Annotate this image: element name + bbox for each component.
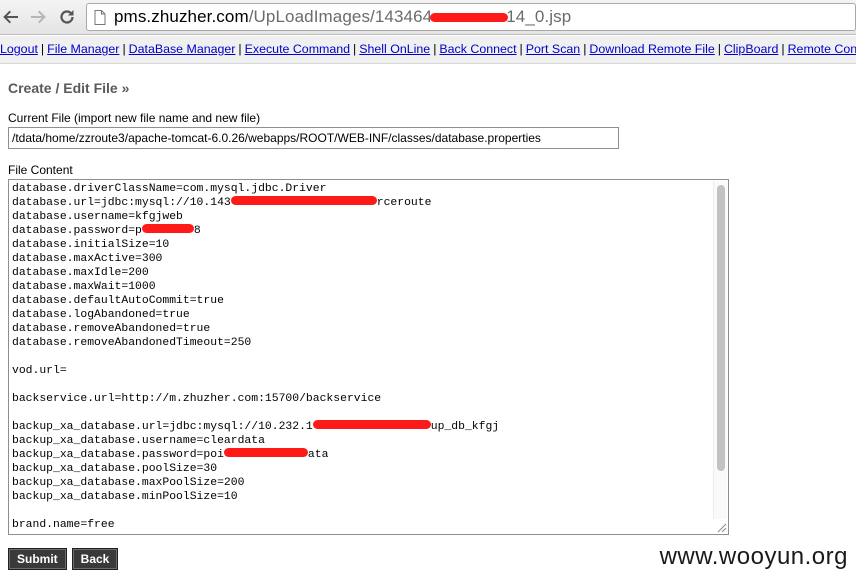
page-icon (94, 9, 106, 25)
menu-separator: | (781, 42, 785, 56)
line-text: brand.name=free (12, 519, 115, 531)
menu-separator: | (238, 42, 242, 56)
url-path-end: 14_0.jsp (506, 7, 572, 26)
menu-link-execute-command[interactable]: Execute Command (245, 42, 350, 56)
menu-separator: | (122, 42, 126, 56)
file-content-line: backup_xa_database.poolSize=30 (12, 462, 712, 476)
form-buttons: Submit Back (8, 548, 119, 570)
file-content-line: database.driverClassName=com.mysql.jdbc.… (12, 182, 712, 196)
file-content-line: database.username=kfgjweb (12, 210, 712, 224)
edit-file-panel: Create / Edit File » Current File (impor… (8, 80, 848, 535)
file-content-label: File Content (8, 163, 73, 177)
menu-separator: | (433, 42, 437, 56)
menu-link-back-connect[interactable]: Back Connect (439, 42, 516, 56)
menu-link-database-manager[interactable]: DataBase Manager (129, 42, 236, 56)
menu-link-download-remote-file[interactable]: Download Remote File (589, 42, 714, 56)
back-button[interactable]: Back (71, 548, 119, 570)
file-content-line: vod.url= (12, 364, 712, 378)
url-host: pms.zhuzher.com (114, 7, 249, 26)
browser-toolbar: pms.zhuzher.com/UpLoadImages/143464 14_0.… (0, 0, 856, 35)
file-content-line: database.removeAbandonedTimeout=250 (12, 336, 712, 350)
line-text: database.removeAbandonedTimeout=250 (12, 337, 252, 349)
file-content-line (12, 350, 712, 364)
line-text: backup_xa_database.username=cleardata (12, 435, 265, 447)
watermark-text: www.wooyun.org (659, 543, 848, 570)
menu-separator: | (353, 42, 357, 56)
redaction-mark (312, 420, 431, 430)
url-text[interactable]: pms.zhuzher.com/UpLoadImages/143464 14_0.… (114, 7, 571, 27)
main-menu: Logout | File Manager | DataBase Manager | Exe… (0, 36, 856, 64)
scrollbar-thumb[interactable] (717, 185, 725, 471)
redaction-mark (141, 224, 194, 234)
menu-link-port-scan[interactable]: Port Scan (526, 42, 580, 56)
file-content-line: backup_xa_database.maxPoolSize=200 (12, 476, 712, 490)
file-content-line: database.url=jdbc:mysql://10.143 rceroute (12, 196, 712, 210)
menu-link-file-manager[interactable]: File Manager (47, 42, 119, 56)
line-text: database.logAbandoned=true (12, 309, 190, 321)
redaction-mark (230, 196, 377, 206)
resize-grip-icon[interactable] (715, 521, 727, 533)
line-text: database.initialSize=10 (12, 239, 170, 251)
file-content-line: backup_xa_database.username=cleardata (12, 434, 712, 448)
line-text: rceroute (376, 197, 432, 209)
back-arrow-icon[interactable] (0, 6, 22, 28)
menu-link-clipboard[interactable]: ClipBoard (724, 42, 778, 56)
file-content-line: database.maxWait=1000 (12, 280, 712, 294)
forward-arrow-icon[interactable] (27, 6, 49, 28)
file-content-line: backup_xa_database.minPoolSize=10 (12, 490, 712, 504)
file-content-line: brand.name=free (12, 518, 712, 532)
line-text: vod.url= (12, 365, 67, 377)
line-text: backup_xa_database.password=poi (12, 449, 224, 461)
file-content-line (12, 504, 712, 518)
menu-link-logout[interactable]: Logout (0, 42, 38, 56)
line-text: backup_xa_database.poolSize=30 (12, 463, 218, 475)
file-content-line: database.initialSize=10 (12, 238, 712, 252)
menu-separator: | (40, 42, 45, 56)
url-path-start: /UpLoadImages/143464 (248, 7, 433, 26)
line-text: database.maxIdle=200 (12, 267, 149, 279)
redaction-mark (430, 13, 509, 23)
reload-icon[interactable] (56, 6, 78, 28)
file-content-line: database.maxIdle=200 (12, 266, 712, 280)
line-text: database.url=jdbc:mysql://10.143 (12, 197, 231, 209)
line-text: backup_xa_database.maxPoolSize=200 (12, 477, 245, 489)
address-bar[interactable]: pms.zhuzher.com/UpLoadImages/143464 14_0.… (86, 3, 856, 31)
page-title: Create / Edit File » (8, 80, 130, 96)
menu-link-remote-control[interactable]: Remote Control (788, 42, 856, 56)
file-content-text: database.driverClassName=com.mysql.jdbc.… (12, 182, 712, 532)
file-content-line (12, 378, 712, 392)
file-content-line: database.logAbandoned=true (12, 308, 712, 322)
line-text: backup_xa_database.minPoolSize=10 (12, 491, 238, 503)
file-content-line: database.removeAbandoned=true (12, 322, 712, 336)
file-content-line: backup_xa_database.password=poi ata (12, 448, 712, 462)
file-content-line: backservice.url=http://m.zhuzher.com:157… (12, 392, 712, 406)
menu-separator: | (717, 42, 721, 56)
line-text: backservice.url=http://m.zhuzher.com:157… (12, 393, 382, 405)
line-text: backup_xa_database.url=jdbc:mysql://10.2… (12, 421, 313, 433)
submit-button[interactable]: Submit (8, 548, 67, 570)
line-text: 8 (193, 225, 201, 237)
line-text: database.removeAbandoned=true (12, 323, 211, 335)
menu-separator: | (519, 42, 523, 56)
file-content-line (12, 406, 712, 420)
current-file-input[interactable] (8, 127, 619, 149)
file-content-line: database.maxActive=300 (12, 252, 712, 266)
file-content-line: database.defaultAutoCommit=true (12, 294, 712, 308)
file-content-line: database.password=p 8 (12, 224, 712, 238)
menu-link-shell-online[interactable]: Shell OnLine (359, 42, 430, 56)
menu-separator: | (583, 42, 587, 56)
line-text: database.maxWait=1000 (12, 281, 156, 293)
vertical-scrollbar[interactable] (713, 181, 727, 519)
line-text: database.defaultAutoCommit=true (12, 295, 224, 307)
file-content-line: backup_xa_database.url=jdbc:mysql://10.2… (12, 420, 712, 434)
line-text: database.driverClassName=com.mysql.jdbc.… (12, 183, 327, 195)
line-text: ata (307, 449, 329, 461)
redaction-mark (223, 448, 308, 458)
current-file-label: Current File (import new file name and n… (8, 111, 261, 125)
line-text: database.maxActive=300 (12, 253, 163, 265)
file-content-textarea[interactable]: database.driverClassName=com.mysql.jdbc.… (8, 179, 729, 535)
line-text: database.username=kfgjweb (12, 211, 183, 223)
line-text: database.password=p (12, 225, 142, 237)
line-text: up_db_kfgj (430, 421, 500, 433)
